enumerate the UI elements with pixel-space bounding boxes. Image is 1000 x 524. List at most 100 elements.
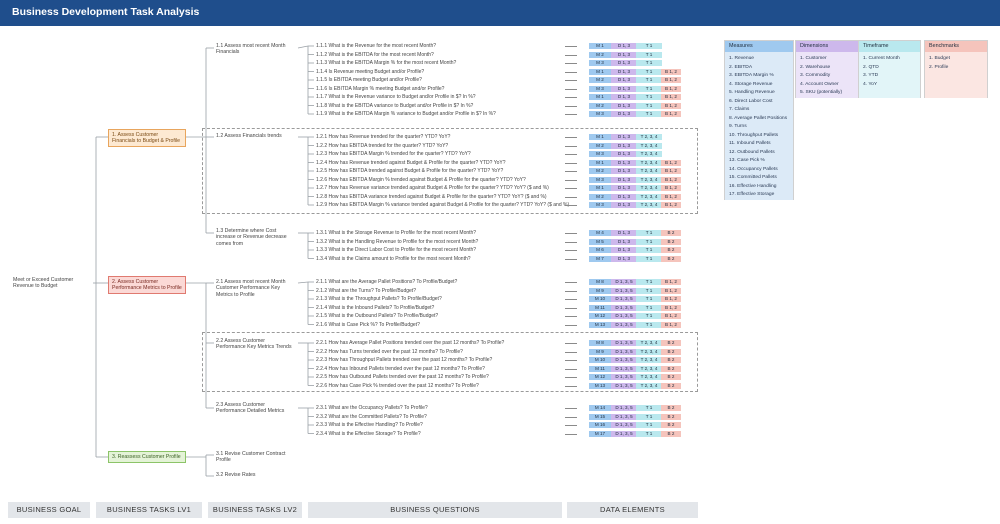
question-text: 2.1.1 What are the Average Pallet Positi…: [316, 279, 458, 285]
measure-chip: M 1: [589, 185, 611, 191]
benchmark-chip: B 1, 2: [661, 202, 681, 208]
legend-dimensions: Dimensions 1. Customer 2. Warehouse 3. Com…: [795, 40, 865, 98]
legend-item: 1. Customer: [800, 56, 827, 61]
question-leader-line: [565, 258, 577, 260]
question-text: 1.2.1 How has Revenue trended for the qu…: [316, 134, 451, 140]
benchmark-chip: B 2: [661, 348, 681, 355]
task-3-2: 3.2 Revise Rates: [216, 472, 256, 478]
question-text: 2.2.4 How has Inbound Pallets trended ov…: [316, 365, 485, 372]
question-leader-line: [565, 145, 577, 147]
legend-timeframe-title: Timeframe: [859, 41, 920, 52]
legend-item: 17. Effective Storage: [729, 192, 775, 197]
question-leader-line: [565, 282, 577, 283]
question-text: 1.1.9 What is the EBITDA Margin % varian…: [316, 111, 496, 117]
measure-chip: M 1: [589, 134, 611, 140]
question-leader-line: [565, 416, 577, 418]
question-text: 1.2.2 How has EBITDA trended for the qua…: [316, 142, 449, 149]
connector-line: [297, 45, 309, 49]
footer-business-goal: BUSINESS GOAL: [8, 502, 90, 518]
benchmark-chip: B 1, 2: [661, 279, 681, 285]
footer-business-tasks-lv2: BUSINESS TASKS LV2: [208, 502, 302, 518]
connector-line: [297, 281, 309, 284]
dimension-chip: D 1, 3: [611, 151, 637, 157]
timeframe-chip: T 1: [636, 405, 662, 411]
legend-item: 3. YTD: [863, 73, 879, 78]
benchmark-chip: B 2: [661, 413, 681, 420]
legend-item: 4. Account Owner: [800, 81, 839, 87]
benchmark-chip: B 1, 2: [661, 313, 681, 319]
dimension-chip: D 1, 3: [611, 247, 637, 253]
question-text: 2.2.1 How has Average Pallet Positions t…: [316, 340, 505, 346]
question-text: 2.1.2 What are the Turns? To Profile/Bud…: [316, 287, 416, 294]
legend-item: 3. Commodity: [800, 73, 831, 78]
question-text: 2.1.4 What is the Inbound Pallets? To Pr…: [316, 304, 435, 311]
question-leader-line: [565, 179, 577, 181]
question-leader-line: [565, 425, 577, 426]
measure-chip: M 2: [589, 102, 611, 109]
question-leader-line: [565, 307, 577, 309]
question-leader-line: [565, 171, 577, 172]
goal-3-box: 3. Reassess Customer Profile: [108, 451, 186, 463]
question-text: 1.2.4 How has Revenue trended against Bu…: [316, 159, 506, 166]
timeframe-chip: T 2, 3, 4: [636, 185, 662, 191]
measure-chip: M 1: [589, 68, 611, 75]
timeframe-chip: T 1: [636, 313, 662, 319]
timeframe-chip: T 1: [636, 247, 662, 253]
timeframe-chip: T 2, 3, 4: [636, 365, 662, 372]
question-leader-line: [565, 114, 577, 115]
task-2-1: 2.1 Assess most recent Month Customer Pe…: [216, 279, 286, 298]
timeframe-chip: T 1: [636, 430, 662, 437]
dimension-chip: D 1, 3, 5: [611, 340, 637, 346]
question-text: 1.1.7 What is the Revenue variance to Bu…: [316, 94, 476, 100]
measure-chip: M 7: [589, 255, 611, 262]
legend-item: 2. QTD: [863, 64, 879, 70]
measure-chip: M 3: [589, 151, 611, 157]
question-text: 2.2.2 How has Turns trended over the pas…: [316, 348, 463, 355]
task-2-2: 2.2 Assess Customer Performance Key Metr…: [216, 338, 292, 351]
timeframe-chip: T 1: [636, 230, 662, 236]
legend-item: 14. Occupancy Pallets: [729, 166, 778, 172]
benchmark-chip: B 2: [661, 374, 681, 380]
timeframe-chip: T 1: [636, 43, 662, 49]
question-leader-line: [565, 351, 577, 353]
dimension-chip: D 1, 3: [611, 77, 637, 83]
dimension-chip: D 1, 3: [611, 168, 637, 174]
timeframe-chip: T 2, 3, 4: [636, 142, 662, 149]
question-text: 2.1.5 What is the Outbound Pallets? To P…: [316, 313, 439, 319]
dimension-chip: D 1, 3, 5: [611, 422, 637, 428]
timeframe-chip: T 2, 3, 4: [636, 176, 662, 183]
dimension-chip: D 1, 3, 5: [611, 365, 637, 372]
question-leader-line: [565, 385, 577, 387]
legend-item: 3. EBITDA Margin %: [729, 73, 774, 78]
footer-data-elements: DATA ELEMENTS: [567, 502, 698, 518]
legend-item: 8. Average Pallet Positions: [729, 115, 788, 121]
legend-item: 2. EBITDA: [729, 64, 753, 70]
question-leader-line: [565, 368, 577, 370]
question-leader-line: [565, 241, 577, 243]
legend-item: 4. YoY: [863, 81, 878, 87]
measure-chip: M 2: [589, 142, 611, 149]
question-text: 1.3.2 What is the Handling Revenue to Pr…: [316, 238, 479, 245]
question-text: 1.2.7 How has Revenue variance trended a…: [316, 185, 549, 191]
task-1-2: 1.2 Assess Financials trends: [216, 133, 282, 139]
legend-item: 5. Handling Revenue: [729, 90, 775, 95]
legend-measures-body: 1. Revenue 2. EBITDA 3. EBITDA Margin % 4. …: [725, 52, 793, 200]
question-text: 2.3.3 What is the Effective Handling? To…: [316, 422, 423, 428]
measure-chip: M 8: [589, 340, 611, 346]
question-text: 1.3.1 What is the Storage Revenue to Pro…: [316, 230, 477, 236]
dimension-chip: D 1, 3, 5: [611, 413, 637, 420]
question-text: 2.1.3 What is the Throughput Pallets? To…: [316, 296, 442, 302]
question-leader-line: [565, 54, 577, 56]
legend-measures-title: Measures: [725, 41, 793, 52]
measure-chip: M 1: [589, 43, 611, 49]
legend-item: 10. Throughput Pallets: [729, 132, 779, 138]
measure-chip: M 3: [589, 176, 611, 183]
question-text: 1.2.3 How has EBITDA Margin % trended fo…: [316, 151, 471, 157]
legend-item: 5. SKU (potentially): [800, 90, 843, 95]
question-leader-line: [565, 233, 577, 234]
benchmark-chip: B 1, 2: [661, 296, 681, 302]
legend-item: 15. Committed Pallets: [729, 175, 777, 180]
legend-benchmarks-body: 1. Budget 2. Profile: [925, 52, 987, 98]
measure-chip: M 11: [589, 365, 611, 372]
timeframe-chip: T 2, 3, 4: [636, 357, 662, 363]
